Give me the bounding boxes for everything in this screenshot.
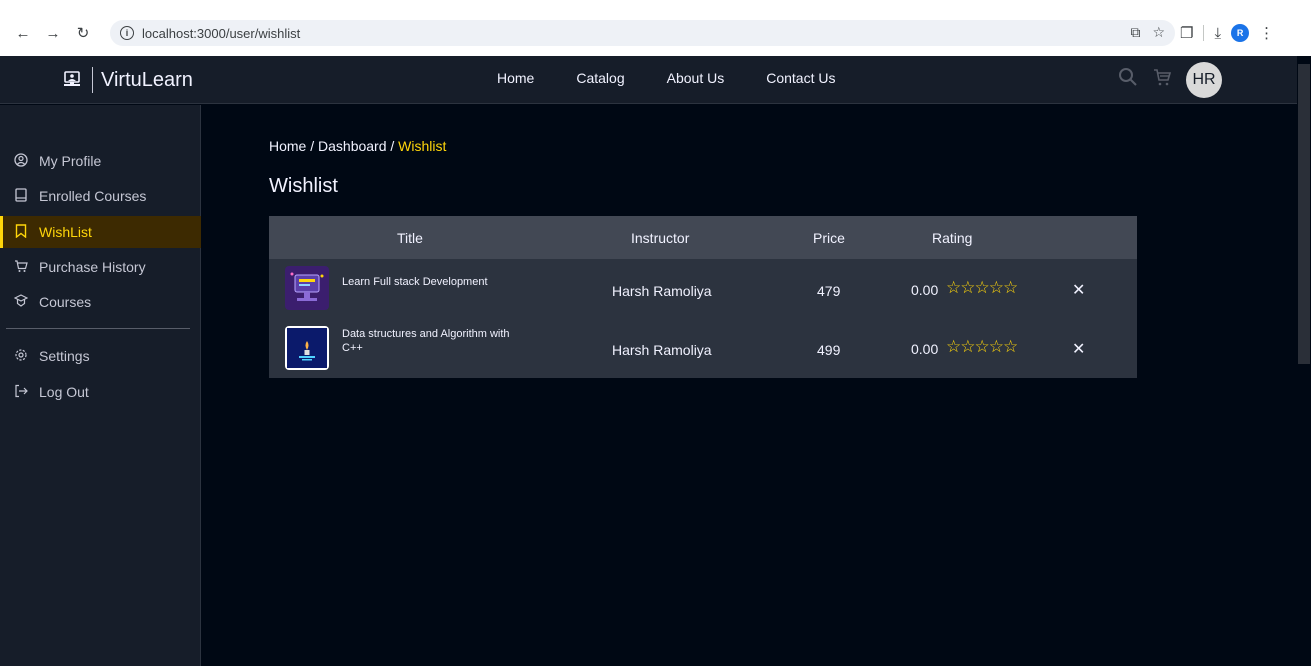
gear-icon [13, 348, 29, 365]
star-icon: ☆ [960, 337, 975, 356]
browser-chrome: ← → ↻ i localhost:3000/user/wishlist ⧉ ☆… [0, 0, 1311, 56]
sidebar-item-my-profile[interactable]: My Profile [0, 145, 201, 177]
url-text: localhost:3000/user/wishlist [142, 25, 301, 41]
sidebar-item-label: My Profile [39, 153, 102, 169]
rating-stars: ☆☆☆☆☆ [946, 337, 1018, 357]
course-instructor: Harsh Ramoliya [612, 342, 712, 358]
sidebar-item-label: Courses [39, 294, 92, 310]
forward-icon[interactable]: → [40, 20, 66, 46]
nav-catalog[interactable]: Catalog [576, 70, 624, 86]
sidebar-item-settings[interactable]: Settings [0, 340, 201, 372]
remove-icon[interactable]: ✕ [1072, 280, 1085, 300]
sidebar-item-label: Purchase History [39, 259, 146, 275]
course-rating: 0.00 [911, 341, 939, 357]
column-title: Title [397, 230, 423, 246]
logo-icon [62, 70, 82, 90]
brand-logo[interactable]: VirtuLearn [62, 64, 193, 96]
sidebar-item-label: Settings [39, 348, 90, 364]
sidebar-item-label: Enrolled Courses [39, 188, 147, 204]
star-icon: ☆ [1003, 337, 1018, 356]
sidebar-item-enrolled-courses[interactable]: Enrolled Courses [0, 180, 201, 212]
sidebar-item-purchase-history[interactable]: Purchase History [0, 251, 201, 283]
menu-dots-icon[interactable]: ⋮ [1259, 24, 1274, 42]
extensions-icon[interactable]: ❐ [1180, 24, 1193, 42]
star-icon: ☆ [974, 337, 990, 356]
column-rating: Rating [932, 230, 973, 246]
reload-icon[interactable]: ↻ [70, 20, 96, 46]
book-icon [13, 187, 29, 205]
page-title: Wishlist [269, 175, 338, 197]
rating-stars: ☆☆☆☆☆ [946, 278, 1018, 298]
nav-about-us[interactable]: About Us [667, 70, 725, 86]
cart-icon[interactable] [1152, 67, 1172, 93]
star-icon: ☆ [1003, 278, 1018, 297]
star-icon: ☆ [960, 278, 975, 297]
remove-icon[interactable]: ✕ [1072, 339, 1085, 359]
courses-icon [13, 293, 29, 311]
bookmark-icon [13, 223, 29, 241]
table-row[interactable]: Learn Full stack Development Harsh Ramol… [269, 259, 1137, 319]
sidebar-divider [6, 328, 190, 329]
sidebar-item-log-out[interactable]: Log Out [0, 376, 201, 408]
course-rating: 0.00 [911, 282, 939, 298]
sidebar-item-wishlist[interactable]: WishList [0, 216, 201, 248]
browser-nav: ← → ↻ [10, 20, 96, 46]
course-title[interactable]: Data structures and Algorithm with C++ [342, 327, 532, 355]
course-instructor: Harsh Ramoliya [612, 283, 712, 299]
breadcrumb-current: Wishlist [398, 138, 447, 154]
wishlist-table: Title Instructor Price Rating Learn Full… [269, 216, 1137, 378]
sidebar-item-courses[interactable]: Courses [0, 286, 201, 318]
install-app-icon[interactable]: ⧉ [1130, 24, 1140, 41]
brand-name: VirtuLearn [101, 68, 193, 91]
back-icon[interactable]: ← [10, 20, 36, 46]
nav-contact-us[interactable]: Contact Us [766, 70, 835, 86]
column-instructor: Instructor [631, 230, 690, 246]
address-bar[interactable]: i localhost:3000/user/wishlist ⧉ ☆ [110, 20, 1175, 46]
bookmark-star-icon[interactable]: ☆ [1152, 24, 1165, 41]
star-icon: ☆ [946, 337, 961, 356]
user-avatar[interactable]: HR [1186, 62, 1222, 98]
top-nav: Home Catalog About Us Contact Us [497, 70, 835, 86]
download-icon[interactable]: ⤓ [1214, 25, 1221, 42]
star-icon: ☆ [988, 278, 1004, 297]
sidebar: My Profile Enrolled Courses WishList Pur… [0, 105, 201, 666]
course-thumbnail[interactable] [285, 266, 329, 310]
breadcrumb: Home / Dashboard / Wishlist [269, 138, 446, 154]
toolbar-divider [1203, 25, 1205, 41]
breadcrumb-path[interactable]: Home / Dashboard / [269, 138, 398, 154]
sidebar-item-label: WishList [39, 224, 92, 240]
scrollbar-thumb[interactable] [1298, 64, 1310, 364]
table-row[interactable]: Data structures and Algorithm with C++ H… [269, 318, 1137, 378]
course-title[interactable]: Learn Full stack Development [342, 275, 532, 289]
logo-divider [92, 67, 93, 93]
star-icon: ☆ [988, 337, 1004, 356]
star-icon: ☆ [946, 278, 961, 297]
course-price: 499 [817, 342, 841, 358]
logout-icon [13, 384, 29, 401]
star-icon: ☆ [974, 278, 990, 297]
search-icon[interactable] [1118, 67, 1138, 93]
course-thumbnail[interactable] [285, 326, 329, 370]
nav-home[interactable]: Home [497, 70, 534, 86]
column-price: Price [813, 230, 845, 246]
cart-icon [13, 259, 29, 276]
sidebar-item-label: Log Out [39, 384, 89, 400]
app-header: VirtuLearn Home Catalog About Us Contact… [0, 56, 1297, 104]
profile-icon [13, 152, 29, 170]
site-info-icon[interactable]: i [120, 26, 134, 40]
table-header: Title Instructor Price Rating [269, 216, 1137, 259]
course-price: 479 [817, 283, 841, 299]
browser-profile-avatar[interactable]: R [1231, 24, 1250, 42]
